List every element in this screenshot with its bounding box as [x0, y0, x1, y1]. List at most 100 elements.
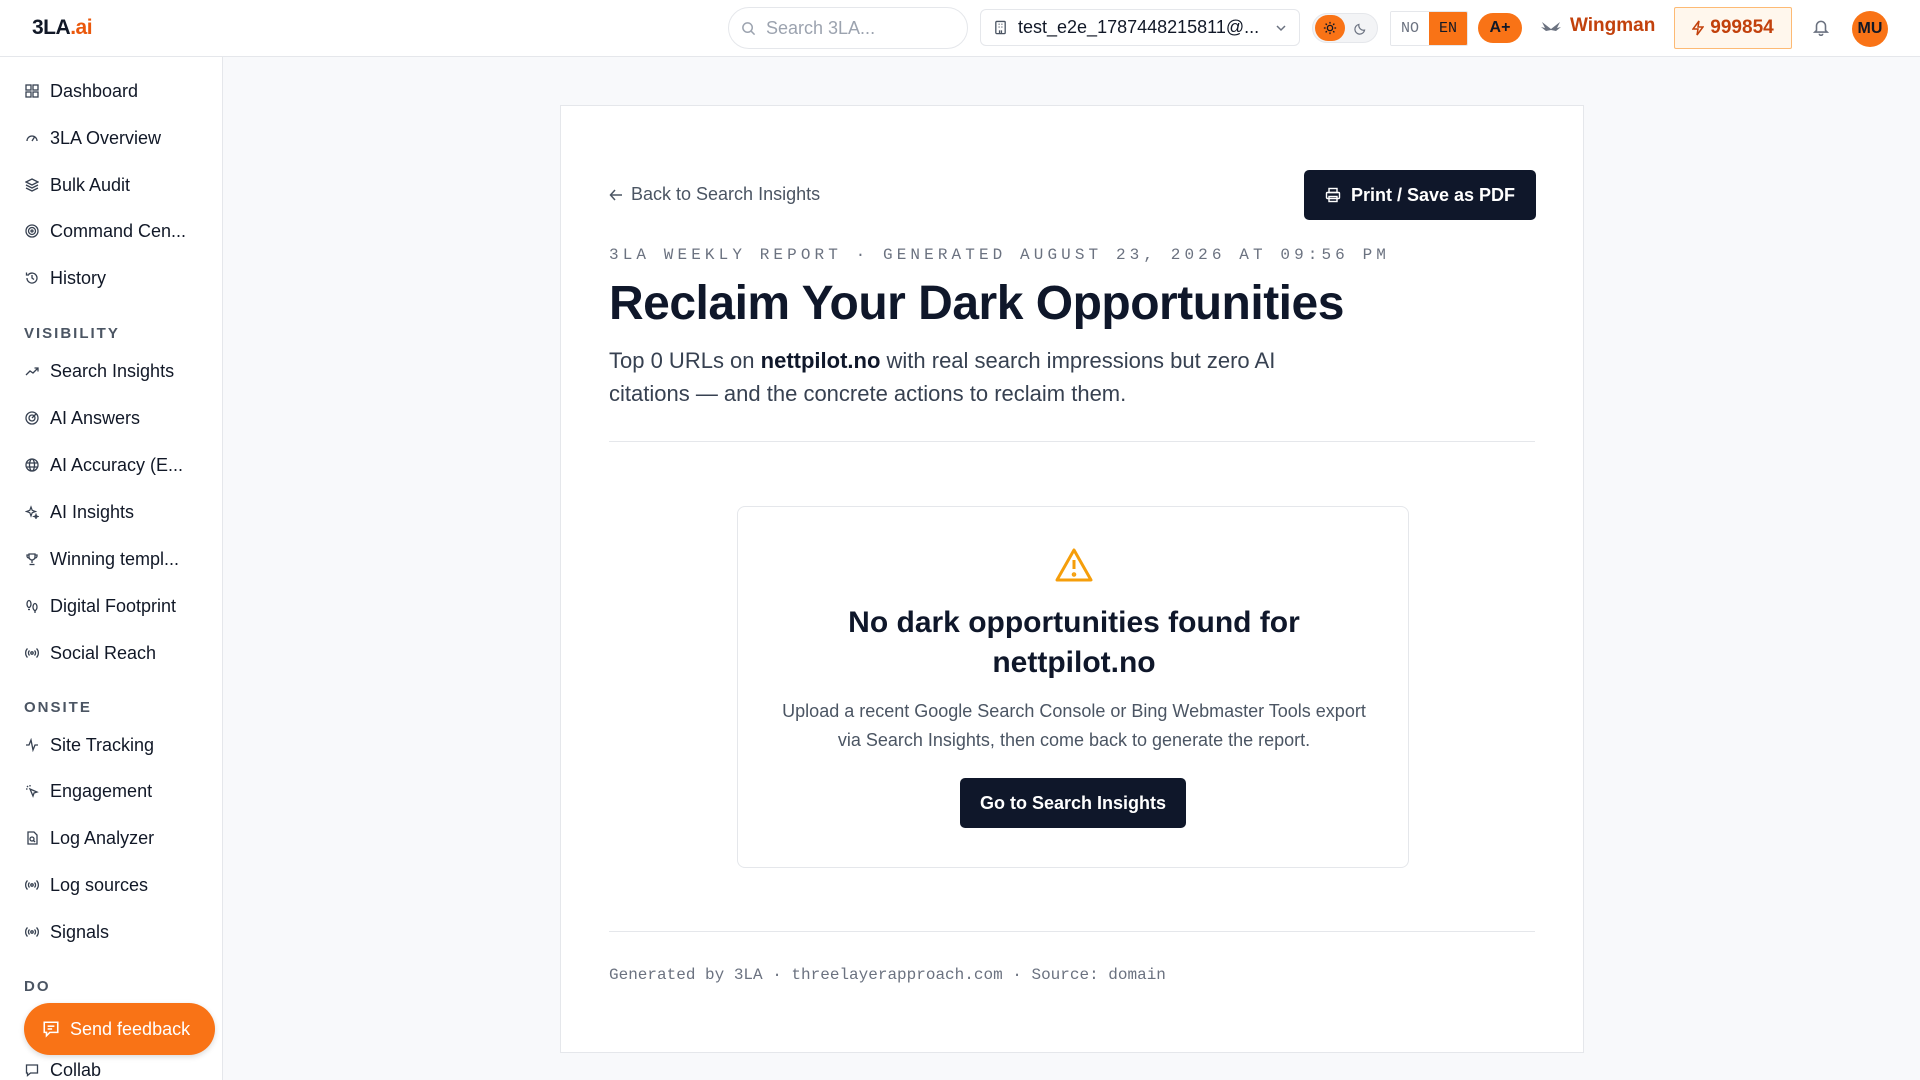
- subtitle-domain: nettpilot.no: [760, 348, 881, 373]
- section-onsite: ONSITE: [24, 699, 92, 716]
- footprints-icon: [24, 598, 40, 614]
- history-icon: [24, 270, 40, 286]
- logo-text: 3LA: [32, 16, 71, 39]
- sidebar-item-history[interactable]: History: [24, 266, 106, 290]
- lang-en-option[interactable]: EN: [1429, 12, 1467, 45]
- sidebar-item-label: Log sources: [50, 874, 149, 895]
- logo-suffix: .ai: [70, 16, 93, 39]
- sidebar-item-label: Engagement: [50, 780, 153, 801]
- sidebar-item-engagement[interactable]: Engagement: [24, 779, 152, 803]
- sidebar-item-social-reach[interactable]: Social Reach: [24, 641, 156, 665]
- sidebar-item-winning-templates[interactable]: Winning templ...: [24, 547, 179, 571]
- feedback-icon: [43, 1021, 59, 1038]
- user-avatar[interactable]: MU: [1852, 11, 1888, 47]
- activity-icon: [24, 737, 40, 753]
- logo[interactable]: 3LA.ai: [32, 16, 93, 40]
- credits-balance[interactable]: 999854: [1674, 7, 1792, 49]
- broadcast-icon: [24, 877, 40, 893]
- wingman-button[interactable]: Wingman: [1540, 15, 1655, 37]
- section-do: DO: [24, 978, 51, 995]
- sidebar-item-label: History: [50, 267, 107, 288]
- sidebar-item-label: Dashboard: [50, 80, 139, 101]
- sidebar-item-label: Command Cen...: [50, 220, 187, 241]
- gauge-icon: [24, 130, 40, 146]
- sidebar-item-log-analyzer[interactable]: Log Analyzer: [24, 826, 154, 850]
- radar-icon: [24, 410, 40, 426]
- go-to-search-insights-button[interactable]: Go to Search Insights: [960, 778, 1186, 828]
- empty-state-title: No dark opportunities found for nettpilo…: [848, 606, 1300, 679]
- moon-icon: [1353, 23, 1365, 35]
- layers-icon: [24, 177, 40, 193]
- sidebar: Dashboard 3LA Overview Bulk Audit Comman…: [0, 57, 223, 1080]
- sidebar-item-dashboard[interactable]: Dashboard: [24, 79, 138, 103]
- account-selector[interactable]: test_e2e_1787448215811@...: [980, 9, 1300, 46]
- divider: [609, 931, 1535, 932]
- building-icon: [995, 20, 1006, 35]
- target-icon: [24, 223, 40, 239]
- bolt-icon: [1692, 20, 1705, 36]
- sidebar-item-label: 3LA Overview: [50, 127, 162, 148]
- sidebar-item-ai-insights[interactable]: AI Insights: [24, 500, 134, 524]
- sidebar-item-label: Winning templ...: [50, 548, 180, 569]
- sidebar-item-digital-footprint[interactable]: Digital Footprint: [24, 594, 176, 618]
- sidebar-item-label: Signals: [50, 921, 110, 942]
- warning-icon: [1055, 548, 1093, 582]
- sidebar-item-search-insights[interactable]: Search Insights: [24, 359, 174, 383]
- sidebar-item-bulk-audit[interactable]: Bulk Audit: [24, 173, 130, 197]
- print-button-label: Print / Save as PDF: [1350, 184, 1516, 205]
- section-visibility: VISIBILITY: [24, 325, 120, 342]
- sidebar-item-ai-answers[interactable]: AI Answers: [24, 406, 140, 430]
- light-mode-option[interactable]: [1315, 15, 1345, 41]
- sidebar-item-label: AI Insights: [50, 501, 135, 522]
- sidebar-item-label: AI Accuracy (E...: [50, 454, 184, 475]
- sidebar-item-command-center[interactable]: Command Cen...: [24, 219, 186, 243]
- wings-icon: [1541, 22, 1561, 31]
- back-link[interactable]: Back to Search Insights: [609, 184, 820, 205]
- a-plus-badge[interactable]: A+: [1478, 13, 1522, 43]
- theme-toggle[interactable]: [1312, 13, 1378, 43]
- top-bar: 3LA.ai test_e2e_1787448215811@... NO EN …: [0, 0, 1920, 57]
- globe-icon: [24, 457, 40, 473]
- sidebar-item-label: Site Tracking: [50, 734, 155, 755]
- search-input[interactable]: [766, 17, 956, 39]
- send-feedback-button[interactable]: Send feedback: [24, 1003, 215, 1055]
- empty-state-card: No dark opportunities found for nettpilo…: [737, 506, 1409, 868]
- grid-icon: [24, 83, 40, 99]
- broadcast-icon: [24, 645, 40, 661]
- wingman-label: Wingman: [1570, 15, 1656, 36]
- bell-icon[interactable]: [1812, 18, 1830, 36]
- broadcast-icon: [24, 924, 40, 940]
- sidebar-item-label: Collab: [50, 1059, 102, 1080]
- global-search[interactable]: [728, 7, 968, 49]
- lang-no-option[interactable]: NO: [1391, 12, 1429, 45]
- subtitle-prefix: Top 0 URLs on: [609, 348, 761, 373]
- arrow-left-icon: [609, 188, 622, 201]
- trending-up-icon: [24, 363, 40, 379]
- sun-icon: [1323, 21, 1337, 35]
- report-card: Back to Search Insights Print / Save as …: [560, 105, 1584, 1053]
- feedback-label: Send feedback: [70, 1018, 191, 1039]
- search-icon: [742, 21, 756, 35]
- sidebar-item-site-tracking[interactable]: Site Tracking: [24, 733, 154, 757]
- report-subtitle: Top 0 URLs on nettpilot.no with real sea…: [609, 344, 1349, 410]
- sidebar-item-ai-accuracy[interactable]: AI Accuracy (E...: [24, 453, 183, 477]
- print-button[interactable]: Print / Save as PDF: [1304, 170, 1536, 220]
- sidebar-item-label: Social Reach: [50, 642, 157, 663]
- sidebar-item-3la-overview[interactable]: 3LA Overview: [24, 126, 161, 150]
- pointer-icon: [24, 783, 40, 799]
- chevron-down-icon: [1276, 24, 1286, 31]
- sidebar-item-signals[interactable]: Signals: [24, 920, 109, 944]
- dark-mode-option[interactable]: [1345, 15, 1375, 41]
- sidebar-item-log-sources[interactable]: Log sources: [24, 873, 148, 897]
- page-title: Reclaim Your Dark Opportunities: [609, 277, 1344, 330]
- credits-count: 999854: [1710, 17, 1774, 38]
- message-icon: [24, 1062, 40, 1078]
- divider: [609, 441, 1535, 442]
- printer-icon: [1325, 187, 1341, 203]
- sidebar-item-label: AI Answers: [50, 407, 141, 428]
- account-email: test_e2e_1787448215811@...: [1018, 17, 1260, 37]
- language-switch[interactable]: NO EN: [1390, 11, 1468, 46]
- report-footer: Generated by 3LA · threelayerapproach.co…: [609, 966, 1166, 984]
- sidebar-item-label: Bulk Audit: [50, 174, 131, 195]
- sidebar-item-collab[interactable]: Collab: [24, 1058, 101, 1080]
